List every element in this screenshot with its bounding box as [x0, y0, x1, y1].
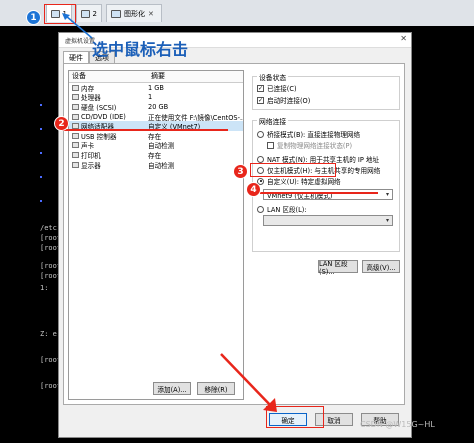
display-icon — [72, 161, 79, 168]
cpu-icon — [72, 94, 79, 101]
device-name: 内存 — [81, 84, 95, 93]
vm-tab-3[interactable]: 图形化 ✕ — [106, 4, 162, 22]
device-row-memory[interactable]: 内存 1 GB — [69, 83, 243, 93]
device-row-cd[interactable]: CD/DVD (IDE) 正在使用文件 F:\镜像\CentOS-... — [69, 112, 243, 122]
column-summary: 摘要 — [151, 72, 165, 80]
left-strip — [0, 26, 34, 443]
vmnet-select[interactable]: VMnet9 (仅主机模式) ▾ — [263, 189, 393, 200]
arrow-icon — [62, 13, 93, 39]
vm-icon — [111, 9, 121, 18]
device-row-display[interactable]: 显示器 自动检测 — [69, 160, 243, 170]
lan-segment-label: LAN 区段(L): — [267, 206, 307, 214]
lan-segments-button[interactable]: LAN 区段(S)... — [318, 260, 358, 276]
cursor-marker — [40, 152, 42, 154]
cd-icon — [72, 113, 79, 120]
connected-label: 已连接(C) — [267, 85, 297, 93]
step-badge-3: 3 — [233, 164, 248, 179]
cursor-marker — [40, 200, 42, 202]
annotation-box-custom — [250, 163, 336, 177]
printer-icon — [72, 151, 79, 158]
arrow-icon — [220, 353, 277, 412]
chevron-down-icon: ▾ — [385, 217, 389, 224]
network-connection-title: 网络连接 — [257, 116, 289, 126]
vm-tab-label: 图形化 — [124, 9, 145, 18]
chevron-down-icon: ▾ — [385, 191, 389, 198]
console-line: /etc — [40, 224, 57, 232]
checkbox-icon — [267, 141, 274, 149]
device-summary: 正在使用文件 F:\镜像\CentOS-... — [148, 113, 243, 122]
device-name: CD/DVD (IDE) — [81, 112, 126, 121]
connect-on-power-checkbox[interactable]: ✓ 启动时连接(O) — [257, 95, 310, 105]
custom-label: 自定义(U): 特定虚拟网络 — [267, 178, 341, 186]
close-icon[interactable]: ✕ — [148, 10, 154, 18]
device-row-usb[interactable]: USB 控制器 存在 — [69, 131, 243, 141]
lan-segment-select[interactable]: ▾ — [263, 215, 393, 226]
memory-icon — [72, 84, 79, 91]
device-status-title: 设备状态 — [257, 72, 289, 82]
device-summary: 存在 — [148, 151, 162, 160]
step-badge-4: 4 — [246, 182, 261, 197]
connected-checkbox[interactable]: ✓ 已连接(C) — [257, 83, 297, 93]
check-icon: ✓ — [257, 84, 264, 92]
sound-icon — [72, 142, 79, 149]
close-icon[interactable]: ✕ — [400, 34, 407, 43]
device-name: USB 控制器 — [81, 132, 117, 141]
advanced-button[interactable]: 高级(V)... — [362, 260, 400, 273]
vmnet-select-value: VMnet9 (仅主机模式) — [267, 191, 333, 200]
check-icon: ✓ — [257, 96, 264, 104]
bridged-label: 桥接模式(B): 直接连接物理网络 — [267, 131, 361, 139]
radio-icon — [257, 130, 264, 138]
device-name: 处理器 — [81, 94, 101, 103]
device-name: 声卡 — [81, 142, 95, 151]
device-row-disk[interactable]: 硬盘 (SCSI) 20 GB — [69, 102, 243, 112]
watermark: CSDN @W15G~HL — [360, 420, 435, 429]
bridged-radio[interactable]: 桥接模式(B): 直接连接物理网络 — [257, 129, 360, 139]
lan-segment-radio[interactable]: LAN 区段(L): — [257, 204, 307, 214]
radio-icon — [257, 205, 264, 213]
device-summary: 存在 — [148, 132, 162, 141]
step-badge-2: 2 — [54, 116, 69, 131]
annotation-underline-network — [62, 129, 228, 131]
cursor-marker — [40, 128, 42, 130]
console-line: Z: e — [40, 330, 57, 338]
cursor-marker — [40, 104, 42, 106]
device-summary: 1 GB — [148, 83, 164, 92]
radio-icon — [257, 155, 264, 163]
device-summary: 20 GB — [148, 102, 169, 111]
device-name: 打印机 — [81, 151, 101, 160]
custom-radio[interactable]: 自定义(U): 特定虚拟网络 — [257, 176, 341, 186]
device-summary: 自动检测 — [148, 142, 175, 151]
annotation-note: 选中鼠标右击 — [92, 40, 189, 59]
usb-icon — [72, 132, 79, 139]
console-line: 1: — [40, 284, 49, 292]
column-device: 设备 — [72, 72, 86, 80]
device-status-group: 设备状态 ✓ 已连接(C) ✓ 启动时连接(O) — [252, 72, 400, 110]
disk-icon — [72, 103, 79, 110]
device-name: 显示器 — [81, 161, 101, 170]
device-row-printer[interactable]: 打印机 存在 — [69, 150, 243, 160]
replicate-label: 复制物理网络连接状态(P) — [277, 142, 353, 150]
device-list-header: 设备 摘要 — [69, 71, 243, 83]
device-name: 硬盘 (SCSI) — [81, 103, 117, 112]
connect-on-power-label: 启动时连接(O) — [267, 97, 311, 105]
replicate-checkbox[interactable]: 复制物理网络连接状态(P) — [267, 140, 352, 150]
step-badge-1: 1 — [26, 10, 41, 25]
network-connection-group: 网络连接 桥接模式(B): 直接连接物理网络 复制物理网络连接状态(P) NAT… — [252, 116, 400, 252]
device-row-cpu[interactable]: 处理器 1 — [69, 93, 243, 103]
device-summary: 自动检测 — [148, 161, 175, 170]
device-summary: 1 — [148, 93, 153, 102]
cursor-marker — [40, 176, 42, 178]
annotation-underline-vmnet — [260, 192, 378, 194]
add-device-button[interactable]: 添加(A)... — [153, 382, 191, 395]
tab-hardware[interactable]: 硬件 — [63, 51, 89, 63]
device-row-sound[interactable]: 声卡 自动检测 — [69, 141, 243, 151]
